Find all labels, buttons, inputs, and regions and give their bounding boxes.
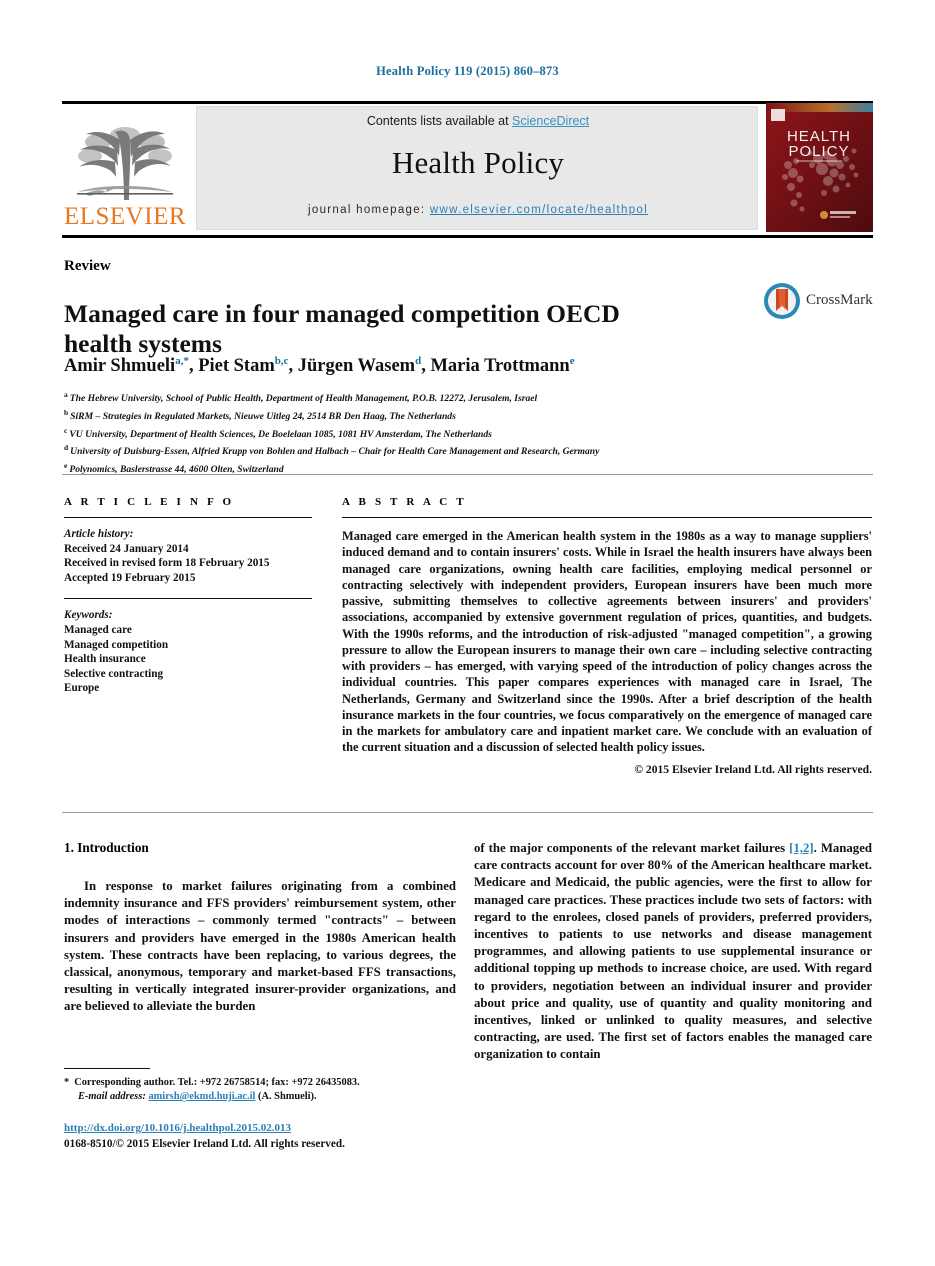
email-label: E-mail address: [78, 1091, 146, 1103]
contents-lists-line: Contents lists available at ScienceDirec… [197, 114, 759, 128]
article-info-label: A R T I C L E I N F O [64, 496, 235, 508]
abstract-band-rule-top [62, 474, 873, 475]
affiliation-text: University of Duisburg-Essen, Alfried Kr… [70, 446, 600, 458]
journal-title: Health Policy [391, 145, 565, 180]
masthead-rule-bottom [62, 235, 873, 238]
abstract-column: A B S T R A C T Managed care emerged in … [342, 496, 872, 776]
email-line: E-mail address: amirsh@ekmd.huji.ac.il (… [64, 1090, 456, 1104]
affiliation-marker: a [64, 390, 68, 399]
elsevier-logo: ELSEVIER [62, 104, 188, 232]
affiliation-text: The Hebrew University, School of Public … [69, 393, 538, 405]
keywords-divider [64, 598, 312, 600]
intro-right-part1: of the major components of the relevant … [474, 841, 790, 855]
elsevier-wordmark: ELSEVIER [64, 203, 186, 230]
crossmark-label: CrossMark [806, 292, 873, 308]
corresponding-author-text: Corresponding author. Tel.: +972 2675851… [74, 1077, 360, 1088]
corresponding-author-line: * Corresponding author. Tel.: +972 267585… [64, 1076, 456, 1090]
page-title: Managed care in four managed competition… [64, 299, 620, 359]
article-history-block: Article history: Received 24 January 201… [64, 527, 312, 585]
affiliation-text: VU University, Department of Health Scie… [69, 428, 492, 440]
keywords-title: Keywords: [64, 609, 113, 622]
issn-copyright-line: 0168-8510/© 2015 Elsevier Ireland Ltd. A… [64, 1138, 345, 1150]
article-history-item: Received in revised form 18 February 201… [64, 557, 270, 570]
running-head: Health Policy 119 (2015) 860–873 [376, 64, 559, 78]
article-history-item: Received 24 January 2014 [64, 542, 189, 555]
footnote-block: * Corresponding author. Tel.: +972 267585… [64, 1076, 456, 1104]
keyword-item: Health insurance [64, 653, 146, 666]
section-heading-introduction: 1. Introduction [64, 840, 149, 855]
body-column-right: of the major components of the relevant … [474, 840, 872, 1064]
journal-cover-thumbnail: HEALTH POLICY [766, 103, 873, 232]
journal-article-page: Health Policy 119 (2015) 860–873 ELSEVIE… [0, 0, 935, 1266]
doi-link[interactable]: http://dx.doi.org/10.1016/j.healthpol.20… [64, 1122, 291, 1134]
abstract-band-rule-bottom [62, 812, 873, 813]
keyword-item: Managed care [64, 623, 132, 636]
intro-right-part2: . Managed care contracts account for ove… [474, 841, 873, 1062]
affiliation-list: a The Hebrew University, School of Public… [64, 388, 864, 477]
affiliation-marker: b [64, 407, 69, 417]
affiliation-text: SiRM – Strategies in Regulated Markets, … [70, 410, 456, 422]
crossmark-icon [764, 283, 800, 319]
author-list: Amir Shmuelia,*, Piet Stamb,c, Jürgen Wa… [64, 355, 575, 377]
affiliation-d: d University of Duisburg-Essen, Alfried K… [64, 441, 864, 459]
article-history-item: Accepted 19 February 2015 [64, 571, 196, 584]
affiliation-c: c VU University, Department of Health Sci… [64, 424, 864, 442]
article-info-column: A R T I C L E I N F O Article history: R… [64, 496, 312, 696]
email-suffix: (A. Shmueli). [255, 1091, 317, 1103]
journal-homepage-line: journal homepage: www.elsevier.com/locat… [197, 204, 759, 216]
journal-homepage-link[interactable]: www.elsevier.com/locate/healthpol [430, 204, 648, 216]
article-history-title: Article history: [64, 528, 134, 540]
abstract-label: A B S T R A C T [342, 496, 467, 508]
article-type: Review [64, 258, 111, 274]
sciencedirect-link[interactable]: ScienceDirect [512, 114, 589, 128]
keyword-item: Selective contracting [64, 667, 164, 680]
reference-link-1-2[interactable]: [1,2] [789, 841, 814, 855]
keyword-item: Managed competition [64, 638, 169, 651]
contents-prefix: Contents lists available at [366, 114, 513, 128]
body-column-left: 1. Introduction In response to market fa… [64, 840, 456, 1016]
abstract-divider [342, 517, 872, 518]
email-link[interactable]: amirsh@ekmd.huji.ac.il [148, 1091, 255, 1102]
keyword-item: Europe [64, 682, 100, 695]
article-info-divider [64, 517, 312, 518]
keywords-items: Managed care Managed competition Health in… [64, 623, 312, 696]
footnote-star: * [64, 1077, 70, 1088]
affiliation-b: b SiRM – Strategies in Regulated Markets,… [64, 406, 864, 424]
cover-title-2: POLICY [788, 143, 849, 160]
affiliation-marker: e [64, 461, 68, 471]
keywords-block: Keywords: Managed care Managed competitio… [64, 608, 312, 696]
affiliation-marker: c [64, 425, 68, 435]
homepage-prefix: journal homepage: [308, 204, 430, 216]
intro-paragraph-right: of the major components of the relevant … [474, 840, 872, 1064]
footnote-rule [64, 1068, 150, 1069]
intro-paragraph-left: In response to market failures originati… [64, 879, 456, 1014]
article-history-items: Received 24 January 2014 Received in revi… [64, 542, 312, 586]
abstract-text: Managed care emerged in the American hea… [342, 529, 872, 755]
masthead-banner: Contents lists available at ScienceDirec… [196, 106, 758, 230]
affiliation-a: a The Hebrew University, School of Public… [64, 388, 864, 406]
abstract-copyright: © 2015 Elsevier Ireland Ltd. All rights … [634, 762, 872, 776]
affiliation-marker: d [64, 443, 69, 453]
crossmark-badge[interactable]: CrossMark [762, 281, 874, 323]
